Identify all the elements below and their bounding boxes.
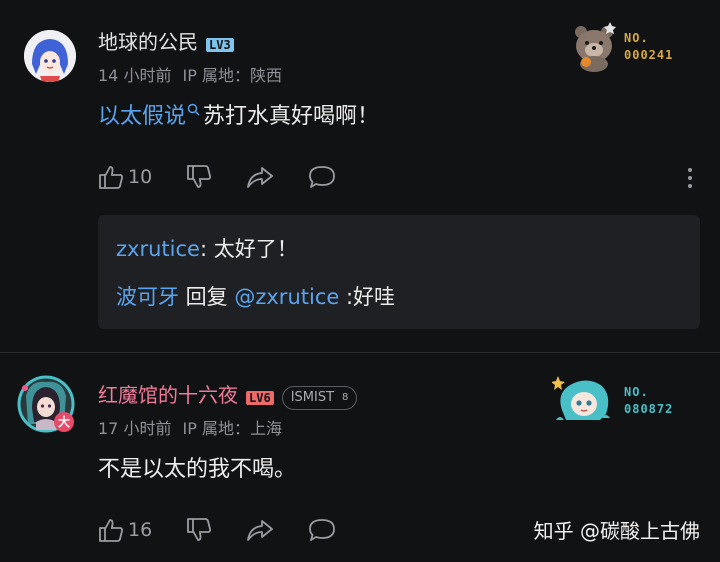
like-button[interactable]: 10 (98, 164, 152, 190)
divider (0, 352, 720, 353)
reply-username[interactable]: zxrutice (116, 237, 200, 261)
topic-link[interactable]: 以太假说 (98, 104, 186, 129)
avatar[interactable] (24, 30, 76, 82)
comment-button[interactable] (308, 517, 336, 543)
timestamp: 17 小时前 (98, 419, 172, 438)
share-icon (247, 167, 274, 188)
avatar[interactable]: 大 (16, 374, 76, 434)
reply-username[interactable]: 波可牙 (116, 285, 179, 309)
fan-badge[interactable]: NO. 080872 (552, 370, 692, 426)
comment-icon (309, 519, 336, 541)
action-bar: 10 (98, 164, 336, 190)
fan-badge[interactable]: NO. 000241 (566, 18, 696, 74)
comment-text: 苏打水真好喝啊！ (203, 104, 380, 129)
badge-title: NO. (624, 385, 649, 399)
comment-header: 红魔馆的十六夜 LV6 ISMIST 8 (98, 383, 358, 410)
like-count: 16 (128, 519, 153, 541)
reply-item: 波可牙 回复 @zxrutice :好哇 (116, 283, 395, 311)
level-badge: LV6 (246, 390, 274, 405)
dislike-button[interactable] (186, 164, 212, 190)
more-button[interactable] (682, 166, 698, 194)
ip-location: IP 属地：陕西 (182, 66, 283, 85)
fan-tag-count: 8 (342, 392, 349, 403)
reply-item: zxrutice: 太好了！ (116, 235, 298, 263)
share-icon (247, 520, 274, 541)
dislike-icon (187, 518, 212, 541)
avatar-badge: 大 (54, 412, 74, 432)
badge-number: 080872 (624, 402, 674, 416)
fan-tag-label: ISMIST (290, 390, 335, 405)
comment-content: 以太假说 苏打水真好喝啊！ (98, 102, 379, 132)
share-button[interactable] (246, 517, 274, 543)
comment-meta: 14 小时前 IP 属地：陕西 (98, 66, 282, 86)
fan-tag[interactable]: ISMIST 8 (281, 385, 358, 410)
like-icon (99, 166, 123, 189)
avatar-image (24, 30, 76, 82)
username[interactable]: 红魔馆的十六夜 (98, 383, 238, 407)
miku-mascot-icon (552, 376, 610, 420)
comment-header: 地球的公民 LV3 (98, 30, 234, 54)
like-icon (99, 519, 123, 542)
reply-box[interactable]: zxrutice: 太好了！ 波可牙 回复 @zxrutice :好哇 (98, 215, 700, 329)
comment-button[interactable] (308, 164, 336, 190)
more-icon (688, 168, 692, 188)
watermark: 知乎 @碳酸上古佛 (533, 519, 700, 543)
search-icon (187, 103, 200, 116)
timestamp: 14 小时前 (98, 66, 172, 85)
dislike-button[interactable] (186, 517, 212, 543)
reply-label: 回复 (179, 285, 235, 309)
reply-target[interactable]: @zxrutice (234, 285, 339, 309)
level-badge: LV3 (206, 37, 234, 52)
reply-text: 太好了！ (207, 237, 298, 261)
comment-meta: 17 小时前 IP 属地：上海 (98, 419, 282, 439)
badge-title: NO. (624, 31, 649, 45)
comment-text: 不是以太的我不喝。 (98, 457, 297, 482)
like-button[interactable]: 16 (98, 517, 152, 543)
badge-number: 000241 (624, 48, 674, 62)
like-count: 10 (128, 166, 153, 188)
reply-separator: : (199, 237, 208, 261)
share-button[interactable] (246, 164, 274, 190)
comment-icon (309, 166, 336, 188)
comment-content: 不是以太的我不喝。 (98, 455, 296, 485)
dislike-icon (187, 165, 212, 188)
bear-mascot-icon (575, 22, 616, 72)
ip-location: IP 属地：上海 (182, 419, 283, 438)
username[interactable]: 地球的公民 (98, 30, 198, 54)
action-bar: 16 (98, 517, 336, 543)
reply-text: :好哇 (339, 285, 396, 309)
